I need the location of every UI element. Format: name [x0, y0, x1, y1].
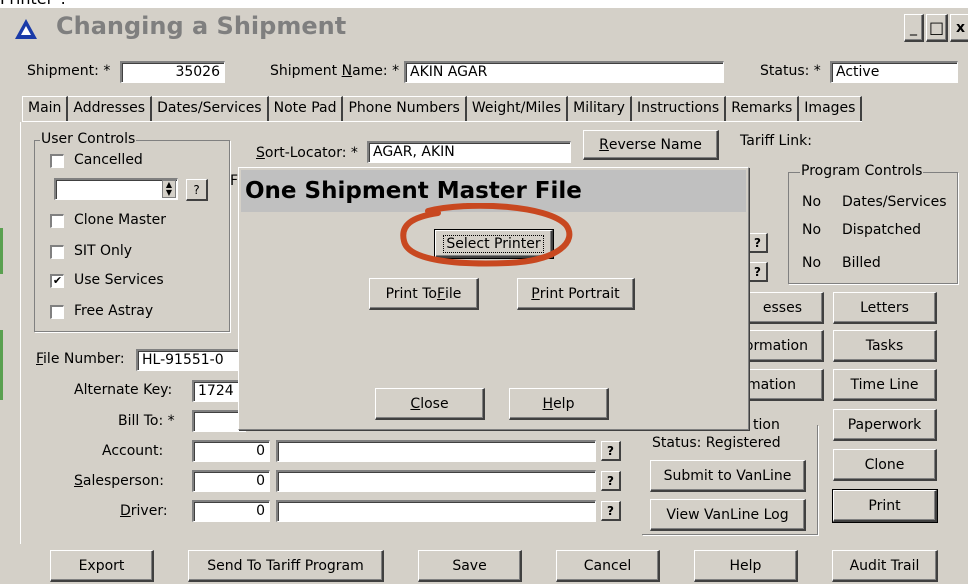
tab-main[interactable]: Main: [22, 96, 69, 121]
vanline-status: Status: Registered: [652, 435, 781, 451]
program-controls-title: Program Controls: [800, 163, 924, 179]
sort-locator-label: Sort-Locator: *: [256, 145, 358, 161]
print-portrait-button[interactable]: Print Portrait: [517, 278, 635, 310]
tab-instructions[interactable]: Instructions: [631, 96, 727, 121]
clone-button[interactable]: Clone: [833, 449, 937, 481]
time-line-button[interactable]: Time Line: [833, 369, 937, 401]
shipment-label: Shipment: *: [27, 63, 111, 79]
shipment-name-label: Shipment Name: *: [270, 63, 400, 79]
tab-weight-miles[interactable]: Weight/Miles: [466, 96, 569, 121]
clone-master-label: Clone Master: [74, 212, 166, 228]
billed-status: Billed: [842, 255, 881, 271]
tab-phone-numbers[interactable]: Phone Numbers: [343, 96, 467, 121]
account-help-button[interactable]: ?: [601, 441, 621, 461]
help-button[interactable]: Help: [694, 550, 798, 582]
spin-arrows-icon[interactable]: ▲ ▼: [162, 180, 176, 198]
driver-label: Driver:: [120, 503, 168, 519]
cancelled-checkbox[interactable]: [50, 154, 64, 168]
shipment-number-field[interactable]: 35026: [120, 61, 225, 83]
bill-to-label: Bill To: *: [118, 413, 175, 429]
file-number-field[interactable]: HL-91551-0: [136, 349, 246, 371]
dates-services-status: Dates/Services: [842, 194, 947, 210]
minimize-button[interactable]: _: [904, 14, 924, 42]
maximize-button[interactable]: □: [926, 14, 948, 42]
view-vanline-log-button[interactable]: View VanLine Log: [650, 499, 806, 531]
billed-flag: No: [802, 255, 822, 271]
audit-trail-button[interactable]: Audit Trail: [832, 550, 938, 582]
alternate-key-label: Alternate Key:: [74, 382, 173, 398]
tab-remarks[interactable]: Remarks: [726, 96, 800, 121]
tasks-button[interactable]: Tasks: [833, 330, 937, 362]
tab-note-pad[interactable]: Note Pad: [268, 96, 344, 121]
clone-master-checkbox[interactable]: [50, 214, 64, 228]
paperwork-button[interactable]: Paperwork: [833, 409, 937, 441]
app-logo-icon: [15, 19, 37, 39]
save-button[interactable]: Save: [418, 550, 522, 582]
cancel-reason-help-button[interactable]: ?: [186, 179, 208, 201]
sit-only-checkbox[interactable]: [50, 245, 64, 259]
reverse-name-button[interactable]: Reverse Name: [583, 130, 719, 160]
help-button-partial-2[interactable]: ?: [748, 262, 768, 282]
tab-addresses[interactable]: Addresses: [68, 96, 153, 121]
use-services-checkbox[interactable]: ✔: [50, 274, 64, 288]
send-to-tariff-button[interactable]: Send To Tariff Program: [188, 550, 384, 582]
vanline-group-title: tion: [752, 417, 781, 433]
user-controls-title: User Controls: [40, 131, 137, 147]
sit-only-label: SIT Only: [74, 243, 133, 259]
free-astray-label: Free Astray: [74, 303, 154, 319]
salesperson-number-field[interactable]: 0: [192, 470, 270, 492]
partial-label-f: F: [230, 173, 239, 189]
export-button[interactable]: Export: [50, 550, 154, 582]
driver-number-field[interactable]: 0: [192, 500, 270, 522]
file-number-label: File Number:: [36, 351, 125, 367]
left-edge-mark-2: [0, 330, 3, 400]
close-window-button[interactable]: x: [950, 14, 968, 42]
account-label: Account:: [102, 443, 164, 459]
status-label: Status: *: [760, 63, 821, 79]
top-strip-text: Printer".: [0, 0, 66, 8]
salesperson-name-field[interactable]: [276, 470, 596, 492]
status-field[interactable]: Active: [830, 61, 958, 83]
salesperson-label: Salesperson:: [74, 473, 164, 489]
letters-button[interactable]: Letters: [833, 292, 937, 324]
tab-military[interactable]: Military: [568, 96, 632, 121]
annotation-circle: [400, 203, 573, 267]
left-edge-mark-1: [0, 228, 3, 274]
print-to-file-button[interactable]: Print To File: [369, 278, 479, 310]
account-number-field[interactable]: 0: [192, 440, 270, 462]
cancelled-label: Cancelled: [74, 152, 143, 168]
top-strip: Printer".: [0, 0, 968, 8]
dialog-close-button[interactable]: Close: [375, 388, 485, 420]
window-title-bar: Changing a Shipment _ □ x: [0, 8, 968, 48]
print-button[interactable]: Print: [832, 489, 938, 523]
submit-to-vanline-button[interactable]: Submit to VanLine: [650, 460, 806, 492]
dialog-help-button[interactable]: Help: [509, 388, 609, 420]
window-title: Changing a Shipment: [56, 12, 347, 40]
dispatched-flag: No: [802, 222, 822, 238]
driver-name-field[interactable]: [276, 500, 596, 522]
salesperson-help-button[interactable]: ?: [601, 471, 621, 491]
cancel-button[interactable]: Cancel: [556, 550, 660, 582]
dates-services-flag: No: [802, 194, 822, 210]
driver-help-button[interactable]: ?: [601, 501, 621, 521]
cancel-reason-field[interactable]: [54, 178, 178, 200]
help-button-partial-1[interactable]: ?: [748, 233, 768, 253]
dispatched-status: Dispatched: [842, 222, 921, 238]
tariff-link-label: Tariff Link:: [740, 133, 812, 149]
sort-locator-field[interactable]: AGAR, AKIN: [367, 141, 571, 163]
tab-dates-services[interactable]: Dates/Services: [152, 96, 269, 121]
shipment-name-field[interactable]: AKIN AGAR: [404, 61, 724, 83]
use-services-label: Use Services: [74, 272, 164, 288]
tab-strip: Main Addresses Dates/Services Note Pad Phone…: [22, 96, 863, 122]
account-name-field[interactable]: [276, 440, 596, 462]
free-astray-checkbox[interactable]: [50, 305, 64, 319]
tab-images[interactable]: Images: [799, 96, 863, 121]
